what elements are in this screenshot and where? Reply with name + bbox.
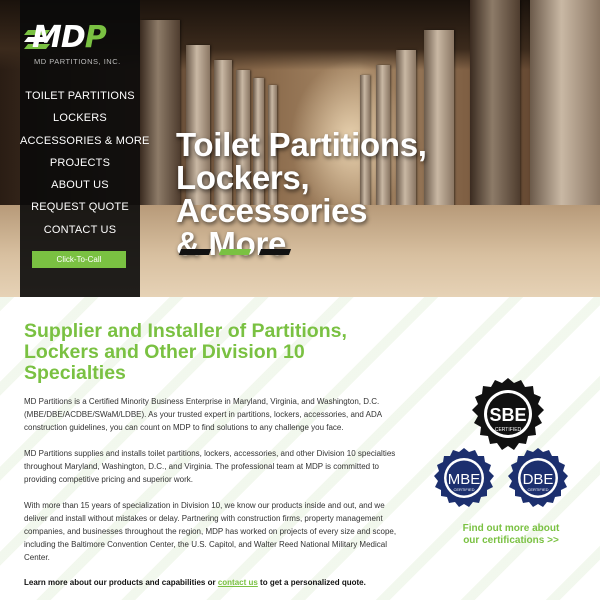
headline-line: Lockers and Other Division 10: [24, 341, 305, 363]
hero-title-line: Lockers, Accessories: [176, 159, 368, 229]
paragraph-line: MD Partitions supplies and installs toil…: [24, 449, 396, 458]
logo-text-accent: P: [84, 20, 107, 55]
logo-subtitle: MD PARTITIONS, INC.: [34, 57, 121, 66]
slider-indicators: [178, 249, 292, 257]
dbe-label: CERTIFIED: [527, 487, 548, 492]
main-content: Supplier and Installer of Partitions, Lo…: [0, 297, 600, 600]
click-to-call-button[interactable]: Click-To-Call: [32, 251, 126, 268]
slide-indicator-3[interactable]: [258, 249, 292, 255]
cta-text: Learn more about our products and capabi…: [24, 578, 366, 587]
headline-line: Specialties: [24, 362, 126, 384]
cta-text-before: Learn more about our products and capabi…: [24, 578, 218, 587]
nav-item-about-us[interactable]: ABOUT US: [20, 174, 140, 196]
hero-title-line: Toilet Partitions,: [176, 126, 427, 163]
paragraph-line: companies, and businesses throughout the…: [24, 527, 397, 536]
cta-paragraph: Learn more about our products and capabi…: [24, 576, 404, 589]
mbe-label: CERTIFIED: [453, 487, 474, 492]
site-logo[interactable]: MDP MD PARTITIONS, INC.: [24, 20, 130, 70]
mbe-abbr: MBE: [448, 471, 481, 488]
headline-line: Supplier and Installer of Partitions,: [24, 320, 347, 342]
paragraph-line: construction guidelines, you can count o…: [24, 423, 344, 432]
logo-wordmark: MDP: [32, 20, 107, 55]
dbe-certified-badge[interactable]: DBE CERTIFIED: [506, 447, 570, 511]
dbe-abbr: DBE: [523, 471, 554, 488]
paragraph-line: including the Baltimore Convention Cente…: [24, 540, 387, 549]
services-paragraph: MD Partitions supplies and installs toil…: [24, 447, 404, 486]
paragraph-line: providing competitive pricing and superi…: [24, 475, 193, 484]
slide-indicator-1[interactable]: [178, 249, 212, 255]
intro-paragraph: MD Partitions is a Certified Minority Bu…: [24, 395, 404, 434]
paragraph-line: throughout Maryland, Washington, D.C., a…: [24, 462, 379, 471]
nav-item-lockers[interactable]: LOCKERS: [20, 107, 140, 129]
cta-text-after: to get a personalized quote.: [257, 578, 366, 587]
experience-paragraph: With more than 15 years of specializatio…: [24, 499, 404, 564]
paragraph-line: Center.: [24, 553, 50, 562]
paragraph-line: deliver and install without mistakes or …: [24, 514, 383, 523]
sbe-label: CERTIFIED: [495, 427, 522, 433]
certifications-link-line: Find out more about: [462, 523, 560, 534]
paragraph-line: (MBE/DBE/ACDBE/SWaM/LDBE). As your trust…: [24, 410, 383, 419]
page-headline: Supplier and Installer of Partitions, Lo…: [24, 321, 384, 384]
sbe-abbr: SBE: [489, 405, 526, 425]
nav-item-contact-us[interactable]: CONTACT US: [20, 219, 140, 241]
paragraph-line: MD Partitions is a Certified Minority Bu…: [24, 397, 380, 406]
main-nav: TOILET PARTITIONS LOCKERS ACCESSORIES & …: [20, 85, 149, 241]
contact-us-link[interactable]: contact us: [218, 578, 258, 587]
sbe-certified-badge[interactable]: SBE CERTIFIED: [468, 377, 548, 457]
nav-item-toilet-partitions[interactable]: TOILET PARTITIONS: [20, 85, 140, 107]
nav-item-accessories[interactable]: ACCESSORIES & MORE: [20, 130, 149, 152]
certifications-link[interactable]: Find out more about our certifications >…: [446, 523, 576, 547]
paragraph-line: With more than 15 years of specializatio…: [24, 501, 385, 510]
mbe-certified-badge[interactable]: MBE CERTIFIED: [432, 447, 496, 511]
certifications-link-line: our certifications >>: [463, 535, 559, 546]
nav-item-projects[interactable]: PROJECTS: [20, 152, 140, 174]
logo-text: MDP: [32, 20, 107, 55]
slide-indicator-2[interactable]: [218, 249, 252, 255]
nav-item-request-quote[interactable]: REQUEST QUOTE: [20, 196, 140, 218]
hero-title: Toilet Partitions, Lockers, Accessories …: [176, 128, 506, 260]
